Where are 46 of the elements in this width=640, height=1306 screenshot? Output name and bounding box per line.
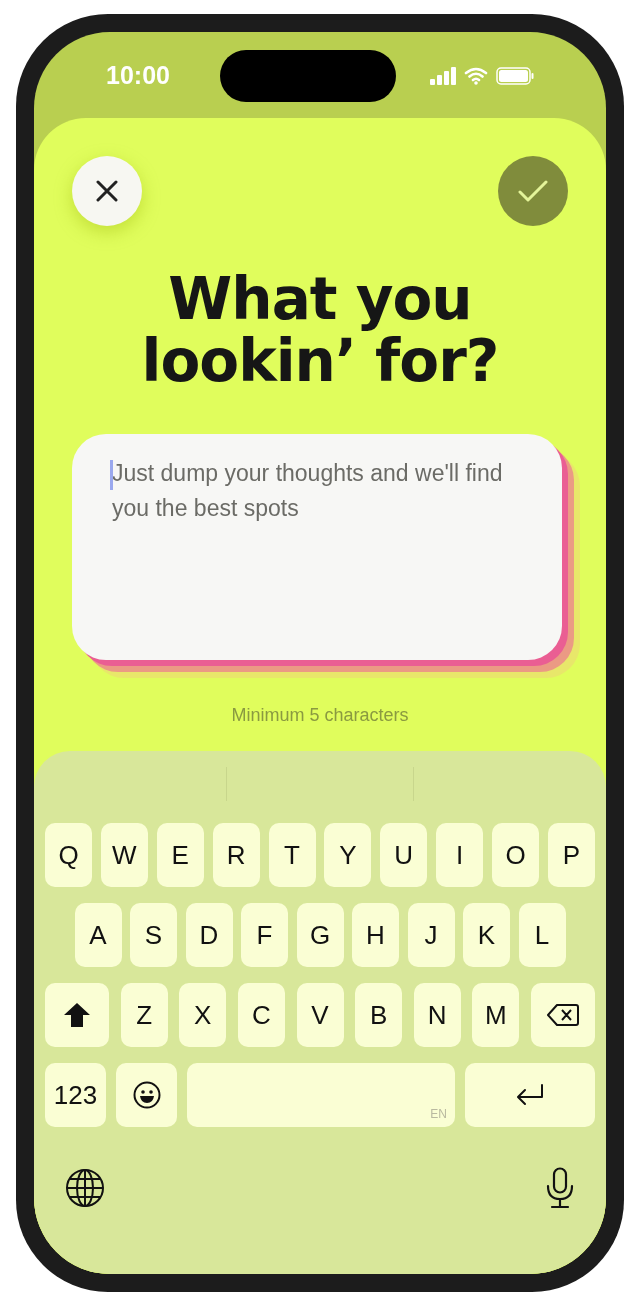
keyboard-key[interactable]: E bbox=[156, 823, 204, 887]
text-input-field[interactable]: Just dump your thoughts and we'll find you the best spots bbox=[72, 434, 562, 660]
emoji-key[interactable] bbox=[116, 1063, 177, 1127]
keyboard-key[interactable]: O bbox=[492, 823, 539, 887]
keyboard-key[interactable]: I bbox=[436, 823, 484, 887]
keyboard-key[interactable]: B bbox=[355, 983, 403, 1047]
keyboard-key[interactable]: Y bbox=[324, 823, 372, 887]
wifi-icon bbox=[464, 67, 488, 85]
keyboard-key[interactable]: V bbox=[296, 983, 344, 1047]
globe-icon[interactable] bbox=[65, 1168, 105, 1208]
keyboard-key[interactable]: K bbox=[463, 903, 510, 967]
page-title: What you lookin’ for? bbox=[140, 268, 500, 392]
shift-arrow-icon bbox=[63, 1002, 91, 1028]
keyboard-key[interactable]: D bbox=[185, 903, 233, 967]
backspace-icon bbox=[547, 1003, 579, 1027]
battery-icon bbox=[496, 67, 534, 85]
microphone-icon[interactable] bbox=[545, 1167, 575, 1209]
signal-icon bbox=[430, 67, 456, 85]
backspace-key[interactable] bbox=[531, 983, 595, 1047]
return-arrow-icon bbox=[515, 1083, 545, 1107]
keyboard-key[interactable]: W bbox=[100, 823, 148, 887]
keyboard-key[interactable]: U bbox=[380, 823, 428, 887]
keyboard-key[interactable]: T bbox=[268, 823, 316, 887]
keyboard-key[interactable]: S bbox=[130, 903, 177, 967]
keyboard-key[interactable]: P bbox=[547, 823, 595, 887]
shift-key[interactable] bbox=[45, 983, 109, 1047]
status-time: 10:00 bbox=[106, 60, 171, 92]
language-label: EN bbox=[430, 1106, 447, 1123]
keyboard-key[interactable]: Z bbox=[120, 983, 168, 1047]
keyboard-key[interactable]: J bbox=[407, 903, 455, 967]
smiley-icon bbox=[132, 1081, 161, 1109]
keyboard-key[interactable]: Q bbox=[45, 823, 92, 887]
keyboard-key[interactable]: G bbox=[296, 903, 344, 967]
keyboard-key[interactable]: A bbox=[74, 903, 122, 967]
keyboard-key[interactable]: L bbox=[518, 903, 566, 967]
keyboard-key[interactable]: X bbox=[179, 983, 227, 1047]
keyboard-key[interactable]: H bbox=[352, 903, 399, 967]
checkmark-icon bbox=[518, 179, 548, 203]
keyboard-key[interactable]: M bbox=[472, 983, 520, 1047]
hint-text: Minimum 5 characters bbox=[230, 704, 410, 727]
close-icon bbox=[96, 180, 118, 202]
keyboard-key[interactable]: N bbox=[413, 983, 461, 1047]
keyboard-key[interactable]: R bbox=[212, 823, 260, 887]
numbers-key[interactable]: 123 bbox=[45, 1063, 106, 1127]
keyboard-key[interactable]: C bbox=[237, 983, 285, 1047]
keyboard-key[interactable]: F bbox=[241, 903, 288, 967]
